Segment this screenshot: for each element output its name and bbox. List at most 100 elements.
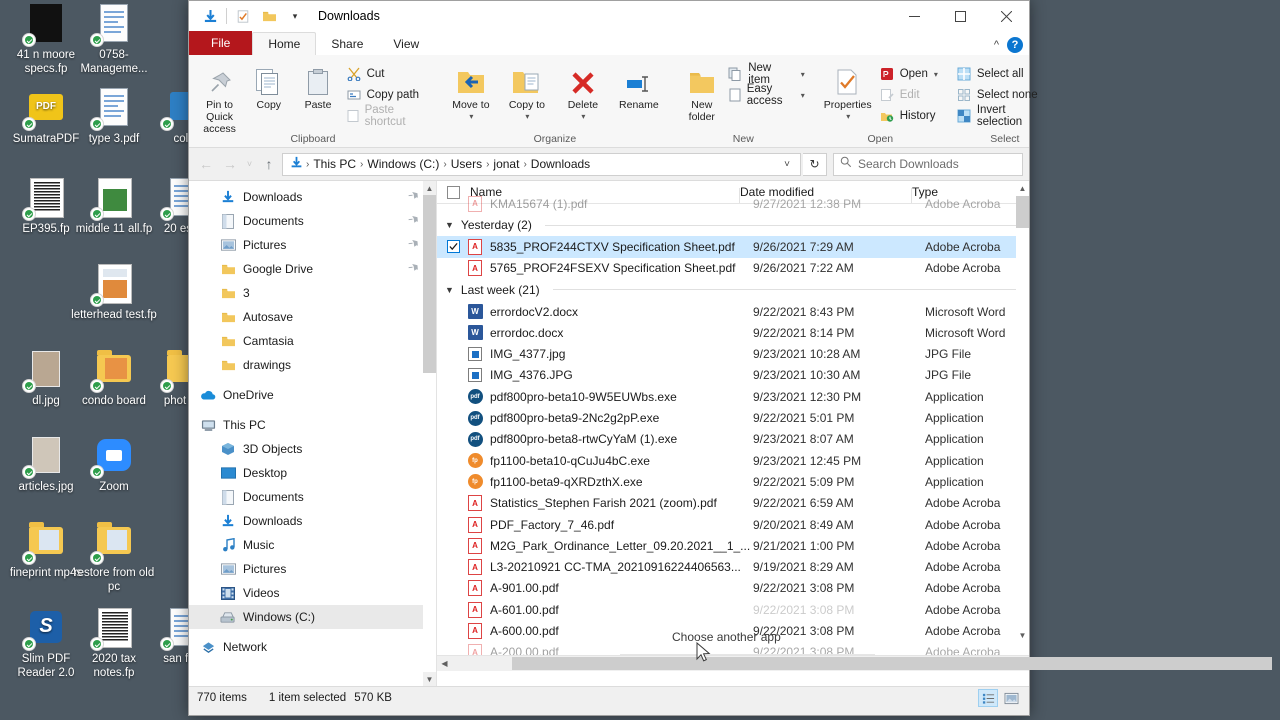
row-checkbox[interactable]: [447, 582, 460, 595]
forward-button[interactable]: →: [219, 153, 241, 175]
desktop-icon[interactable]: restore from old pc: [70, 520, 158, 594]
table-row[interactable]: pdfpdf800pro-beta10-9W5EUWbs.exe9/23/202…: [437, 386, 1029, 407]
pin-to-quick-access-button[interactable]: Pin to Quick access: [195, 59, 244, 135]
nav-item-google-drive[interactable]: Google Drive: [189, 257, 436, 281]
cut-button[interactable]: Cut: [343, 65, 431, 83]
group-header[interactable]: ▼Yesterday (2): [437, 214, 1029, 236]
table-row[interactable]: IMG_4376.JPG9/23/2021 10:30 AMJPG File: [437, 365, 1029, 386]
details-view-button[interactable]: [978, 689, 998, 707]
refresh-button[interactable]: ↻: [803, 153, 827, 176]
row-checkbox[interactable]: [447, 369, 460, 382]
breadcrumb[interactable]: ›This PC›Windows (C:)›Users›jonat›Downlo…: [282, 153, 801, 176]
table-row[interactable]: APDF_Factory_7_46.pdf9/20/2021 8:49 AMAd…: [437, 514, 1029, 535]
horizontal-scrollbar[interactable]: ◀ ▶: [437, 655, 1029, 671]
row-checkbox[interactable]: [447, 475, 460, 488]
nav-item-network[interactable]: Network: [189, 635, 436, 659]
table-row[interactable]: A5765_PROF24FSEXV Specification Sheet.pd…: [437, 258, 1029, 279]
breadcrumb-item[interactable]: jonat: [490, 157, 522, 171]
tab-file[interactable]: File: [189, 31, 252, 55]
row-checkbox[interactable]: [447, 412, 460, 425]
scroll-up-button[interactable]: ▲: [423, 181, 436, 195]
row-checkbox[interactable]: [447, 646, 460, 655]
desktop-icon[interactable]: letterhead test.fp: [70, 262, 158, 323]
row-checkbox[interactable]: [447, 262, 460, 275]
nav-item-windows-c[interactable]: Windows (C:): [189, 605, 436, 629]
tab-home[interactable]: Home: [252, 32, 316, 55]
tab-share[interactable]: Share: [316, 33, 378, 55]
table-row[interactable]: AL3-20210921 CC-TMA_20210916224406563...…: [437, 556, 1029, 577]
row-checkbox[interactable]: [447, 305, 460, 318]
row-checkbox[interactable]: [447, 240, 460, 253]
close-button[interactable]: [983, 1, 1029, 31]
pin-icon[interactable]: [404, 188, 421, 206]
nav-item-music[interactable]: Music: [189, 533, 436, 557]
table-row[interactable]: IMG_4377.jpg9/23/2021 10:28 AMJPG File: [437, 343, 1029, 364]
help-icon[interactable]: ?: [1007, 37, 1023, 53]
table-row[interactable]: fpfp1100-beta9-qXRDzthX.exe9/22/2021 5:0…: [437, 471, 1029, 492]
up-button[interactable]: ↑: [258, 153, 280, 175]
paste-shortcut-button[interactable]: Paste shortcut: [343, 107, 431, 125]
nav-item-documents[interactable]: Documents: [189, 485, 436, 509]
chevron-down-icon[interactable]: ▼: [445, 220, 454, 230]
scroll-down-button[interactable]: ▼: [1016, 628, 1029, 643]
nav-item-drawings[interactable]: drawings: [189, 353, 436, 377]
pin-icon[interactable]: [404, 236, 421, 254]
table-row[interactable]: WerrordocV2.docx9/22/2021 8:43 PMMicroso…: [437, 301, 1029, 322]
chevron-down-icon[interactable]: ▼: [445, 285, 454, 295]
table-row[interactable]: fpfp1100-beta10-qCuJu4bC.exe9/23/2021 12…: [437, 450, 1029, 471]
table-row[interactable]: AA-901.00.pdf9/22/2021 3:08 PMAdobe Acro…: [437, 578, 1029, 599]
easy-access-button[interactable]: Easy access▾: [725, 86, 808, 104]
scroll-down-button[interactable]: ▼: [423, 672, 436, 686]
breadcrumb-item[interactable]: This PC: [310, 157, 359, 171]
row-checkbox[interactable]: [447, 197, 460, 210]
row-checkbox[interactable]: [447, 433, 460, 446]
row-checkbox[interactable]: [447, 624, 460, 637]
table-row[interactable]: Werrordoc.docx9/22/2021 8:14 PMMicrosoft…: [437, 322, 1029, 343]
folder-icon[interactable]: [256, 5, 282, 27]
scroll-track[interactable]: [452, 657, 1014, 670]
copy-to-button[interactable]: Copy to▾: [499, 59, 555, 123]
list-scrollbar[interactable]: ▲ ▼: [1016, 181, 1029, 643]
copy-path-button[interactable]: Copy path: [343, 86, 431, 104]
nav-item-this-pc[interactable]: This PC: [189, 413, 436, 437]
table-row[interactable]: AA-601.00.pdf9/22/2021 3:08 PMAdobe Acro…: [437, 599, 1029, 620]
nav-item-3d-objects[interactable]: 3D Objects: [189, 437, 436, 461]
scroll-left-button[interactable]: ◀: [437, 659, 452, 668]
desktop-icon[interactable]: 0758-Manageme...: [70, 2, 158, 76]
row-checkbox[interactable]: [447, 497, 460, 510]
list-scroll-thumb[interactable]: [1016, 196, 1029, 228]
nav-item-pictures[interactable]: Pictures: [189, 557, 436, 581]
nav-item-3[interactable]: 3: [189, 281, 436, 305]
nav-item-desktop[interactable]: Desktop: [189, 461, 436, 485]
rename-button[interactable]: Rename: [611, 59, 667, 111]
minimize-button[interactable]: [891, 1, 937, 31]
open-button[interactable]: Open▾: [876, 65, 941, 83]
invert-selection-button[interactable]: Invert selection: [953, 107, 1057, 125]
row-checkbox[interactable]: [447, 561, 460, 574]
nav-item-documents[interactable]: Documents: [189, 209, 436, 233]
row-checkbox[interactable]: [447, 454, 460, 467]
new-folder-button[interactable]: New folder: [679, 59, 725, 123]
table-row[interactable]: AKMA15674 (1).pdf9/27/2021 12:38 PMAdobe…: [437, 193, 1029, 214]
nav-item-downloads[interactable]: Downloads: [189, 185, 436, 209]
copy-button[interactable]: Copy: [244, 59, 293, 111]
table-row[interactable]: pdfpdf800pro-beta8-rtwCyYaM (1).exe9/23/…: [437, 429, 1029, 450]
nav-item-videos[interactable]: Videos: [189, 581, 436, 605]
recent-locations-button[interactable]: ˅: [243, 153, 256, 175]
move-to-button[interactable]: Move to▾: [443, 59, 499, 123]
breadcrumb-item[interactable]: Downloads: [528, 157, 593, 171]
row-checkbox[interactable]: [447, 326, 460, 339]
nav-item-pictures[interactable]: Pictures: [189, 233, 436, 257]
new-item-button[interactable]: New item▾: [725, 65, 808, 83]
table-row[interactable]: AA-600.00.pdf9/22/2021 3:08 PMAdobe Acro…: [437, 620, 1029, 641]
large-icons-view-button[interactable]: [1001, 689, 1021, 707]
search-box[interactable]: Search Downloads: [833, 153, 1023, 176]
chevron-down-icon[interactable]: ▾: [282, 5, 308, 27]
breadcrumb-item[interactable]: Windows (C:): [364, 157, 442, 171]
nav-scroll-thumb[interactable]: [423, 195, 436, 373]
row-checkbox[interactable]: [447, 603, 460, 616]
table-row[interactable]: AA-200.00.pdf9/22/2021 3:08 PMAdobe Acro…: [437, 642, 1029, 655]
pin-icon[interactable]: [404, 212, 421, 230]
history-button[interactable]: History: [876, 107, 941, 125]
row-checkbox[interactable]: [447, 390, 460, 403]
